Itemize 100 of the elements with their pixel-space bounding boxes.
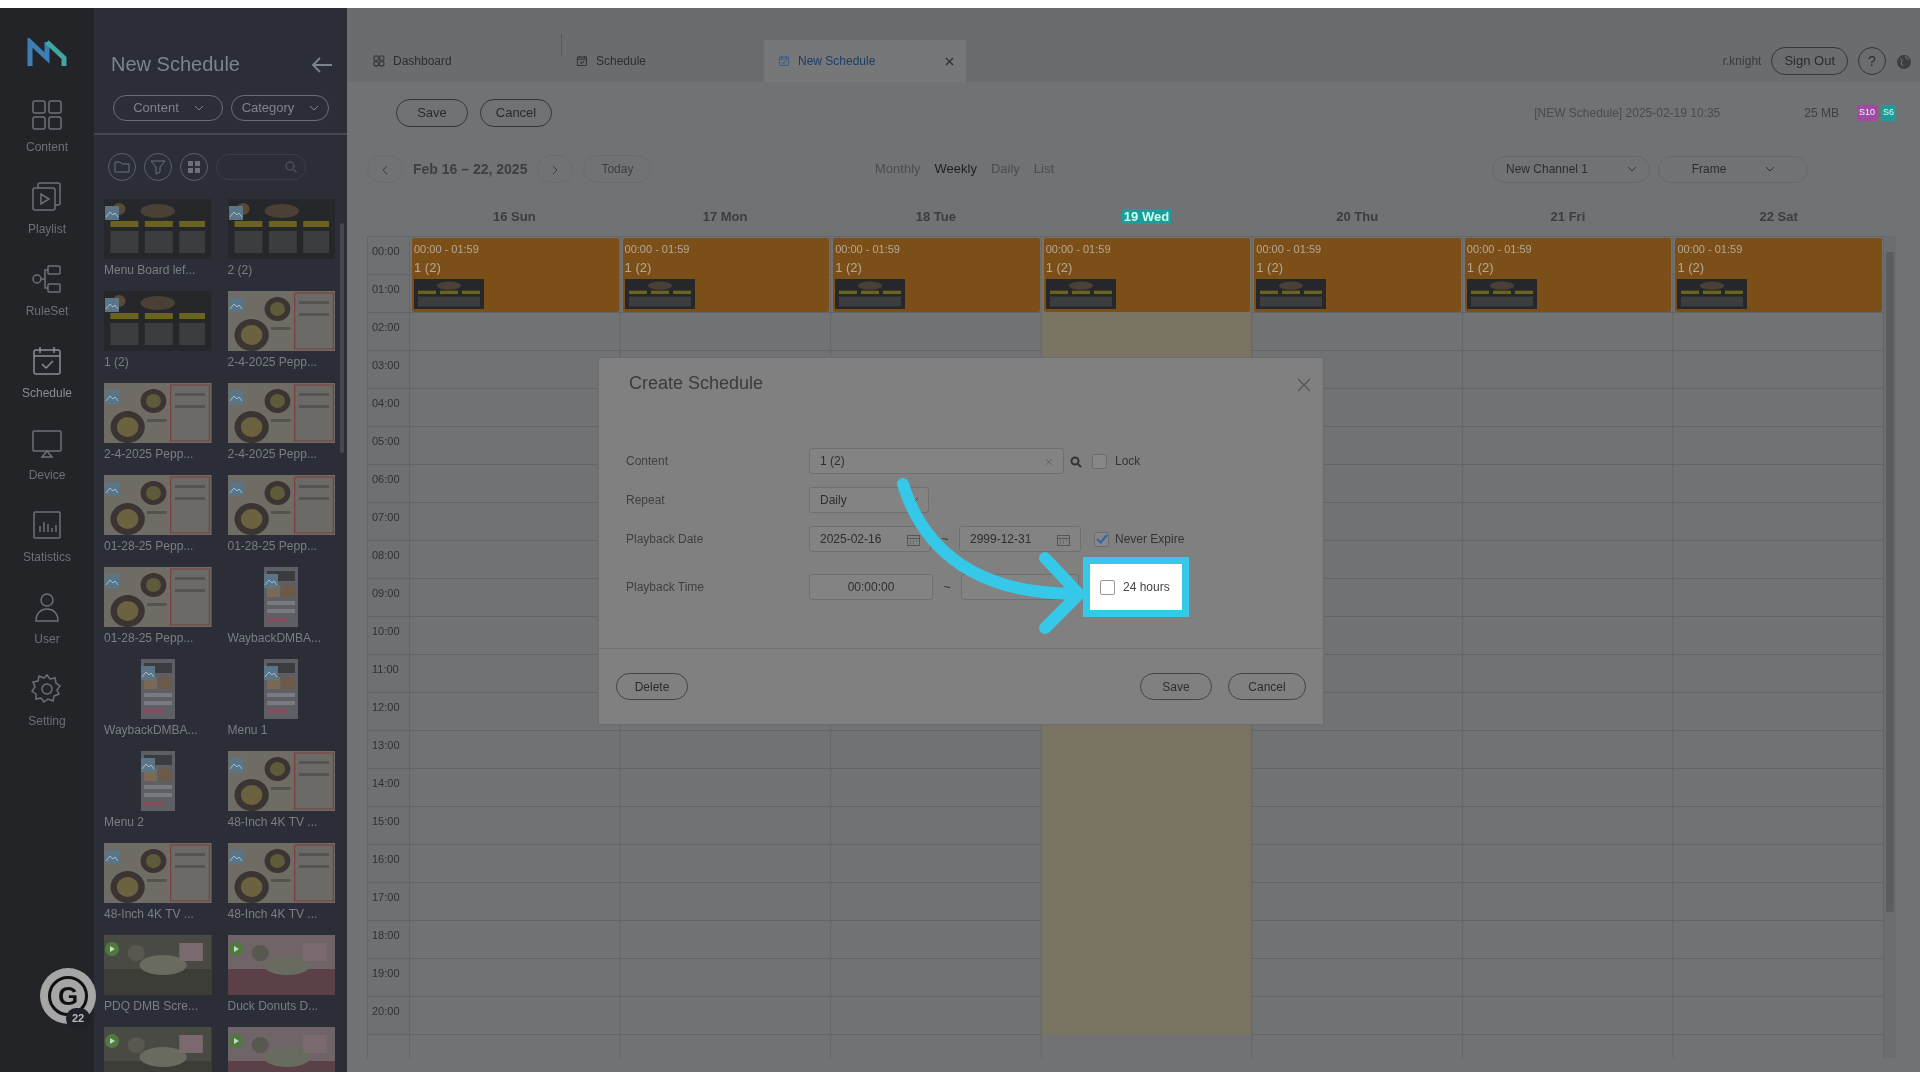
checkbox[interactable] — [1100, 579, 1115, 595]
thumbnail-label: 01-28-25 Pepp... — [227, 538, 317, 555]
nav-item[interactable]: Playlist — [0, 180, 94, 262]
thumbnail-label: Menu 2 — [104, 814, 145, 831]
tab[interactable]: Schedule — [562, 40, 764, 82]
thumbnail-label: Menu 1 — [227, 722, 268, 739]
nav-item[interactable]: Schedule — [0, 344, 94, 426]
thumbnail-label: 01-28-25 Pepp... — [104, 538, 194, 555]
date-field[interactable]: 2999-12-31 — [959, 526, 1081, 552]
grid-icon — [30, 98, 64, 132]
thumbnail-label: Menu Board lef... — [104, 262, 196, 279]
flow-icon — [30, 262, 64, 296]
caret-icon — [1628, 166, 1637, 172]
event-time: 00:00 - 01:59 — [414, 242, 480, 257]
event-time: 00:00 - 01:59 — [1466, 242, 1533, 257]
day-header: 19 Wed — [1121, 209, 1172, 225]
caret-icon — [194, 105, 203, 111]
thumbnail-label: 2-4-2025 Pepp... — [104, 446, 194, 463]
grid-icon — [373, 55, 385, 67]
event-block[interactable]: 00:00 - 01:59 1 (2) — [1254, 238, 1461, 312]
clear-icon — [1045, 457, 1053, 466]
checkbox-label: 24 hours — [1123, 579, 1170, 596]
field-label: Repeat — [626, 492, 666, 509]
view-tab[interactable]: Weekly — [934, 159, 977, 179]
event-title: 1 (2) — [414, 258, 442, 277]
event-title: 1 (2) — [1677, 258, 1706, 277]
thumbnail-label: 01-28-25 Pepp... — [104, 630, 194, 647]
thumbnail-label: WaybackDMBA... — [227, 630, 322, 647]
tab[interactable]: New Schedule — [764, 40, 966, 82]
thumbnail-label: 48-Inch 4K TV ... — [227, 906, 318, 923]
field-label: Playback Date — [626, 531, 705, 548]
thumbnail-label: PDQ DMB Scre... — [104, 998, 198, 1015]
tab[interactable]: Dashboard — [359, 40, 561, 82]
caret-icon — [310, 105, 319, 111]
event-title: 1 (2) — [1045, 258, 1074, 277]
thumbnail-label: 1 (2) — [104, 354, 129, 371]
nav-item[interactable]: User — [0, 590, 94, 672]
content-field[interactable]: 1 (2) — [809, 448, 1064, 474]
thumbnail-label: 48-Inch 4K TV ... — [104, 906, 194, 923]
event-time: 00:00 - 01:59 — [835, 242, 901, 257]
chevron-right-icon — [552, 164, 559, 175]
event-time: 00:00 - 01:59 — [624, 242, 691, 257]
tag: S6 — [1881, 105, 1896, 121]
event-block[interactable]: 00:00 - 01:59 1 (2) — [1675, 238, 1882, 312]
calendar-icon — [778, 55, 790, 67]
checkbox-label: Never Expire — [1115, 531, 1185, 548]
tilde: ~ — [940, 530, 950, 549]
event-time: 00:00 - 01:59 — [1677, 242, 1744, 257]
nav-item[interactable]: Content — [0, 98, 94, 180]
nav-item[interactable]: RuleSet — [0, 262, 94, 344]
thumbnail-label: WaybackDMBA... — [104, 722, 198, 739]
event-title: 1 (2) — [624, 258, 653, 277]
event-block[interactable]: 00:00 - 01:59 1 (2) — [412, 238, 619, 312]
play-icon — [105, 941, 119, 956]
close-icon — [1297, 377, 1311, 392]
calendar-icon — [1057, 533, 1070, 546]
thumbnail-label: Duck Donuts D... — [227, 998, 319, 1015]
thumbnail-label: 48-Inch 4K TV ... — [227, 814, 318, 831]
chevron-left-icon — [382, 164, 388, 175]
event-block[interactable]: 00:00 - 01:59 1 (2) — [622, 238, 830, 312]
calendar-icon — [576, 55, 588, 67]
event-block[interactable]: 00:00 - 01:59 1 (2) — [833, 238, 1040, 312]
panel-title: New Schedule — [111, 52, 240, 77]
calendar-icon — [907, 533, 920, 546]
event-time: 00:00 - 01:59 — [1256, 242, 1323, 257]
thumbnail-label: 2-4-2025 Pepp... — [227, 354, 317, 371]
event-time: 00:00 - 01:59 — [1045, 242, 1112, 257]
time-field[interactable]: 00:00:00 — [809, 574, 933, 600]
search-icon — [285, 161, 297, 173]
event-title: 1 (2) — [1256, 258, 1284, 277]
chart-icon — [30, 508, 64, 542]
filter-icon — [148, 157, 168, 177]
event-title: 1 (2) — [835, 258, 863, 277]
event-block[interactable]: 00:00 - 01:59 1 (2) — [1043, 238, 1251, 312]
play-icon — [228, 1033, 243, 1048]
nav-item[interactable]: Setting — [0, 672, 94, 754]
calendar-icon — [30, 344, 64, 378]
event-block[interactable]: 00:00 - 01:59 1 (2) — [1464, 238, 1672, 312]
caret-icon — [1766, 166, 1775, 172]
thumbnail-label: 2 (2) — [227, 262, 253, 279]
globe-icon — [1896, 53, 1912, 70]
playlist-icon — [30, 180, 64, 214]
tag: S10 — [1856, 105, 1877, 121]
thumbnail-label: 2-4-2025 Pepp... — [227, 446, 317, 463]
date-field[interactable]: 2025-02-16 — [809, 526, 931, 552]
play-icon — [105, 1033, 119, 1048]
count-badge: 22 — [66, 1008, 91, 1029]
nav-item[interactable]: Statistics — [0, 508, 94, 590]
play-icon — [228, 941, 243, 956]
tilde: ~ — [942, 578, 952, 597]
nav-item[interactable]: Device — [0, 426, 94, 508]
dialog-title: Create Schedule — [629, 373, 764, 393]
event-title: 1 (2) — [1466, 258, 1495, 277]
logo-icon — [27, 38, 67, 68]
search-icon — [1070, 455, 1082, 468]
checkbox[interactable] — [1094, 531, 1109, 547]
checkbox[interactable] — [1092, 453, 1107, 469]
gear-icon — [30, 672, 64, 706]
field-label: Playback Time — [626, 579, 706, 596]
field-label: Content — [626, 453, 670, 470]
